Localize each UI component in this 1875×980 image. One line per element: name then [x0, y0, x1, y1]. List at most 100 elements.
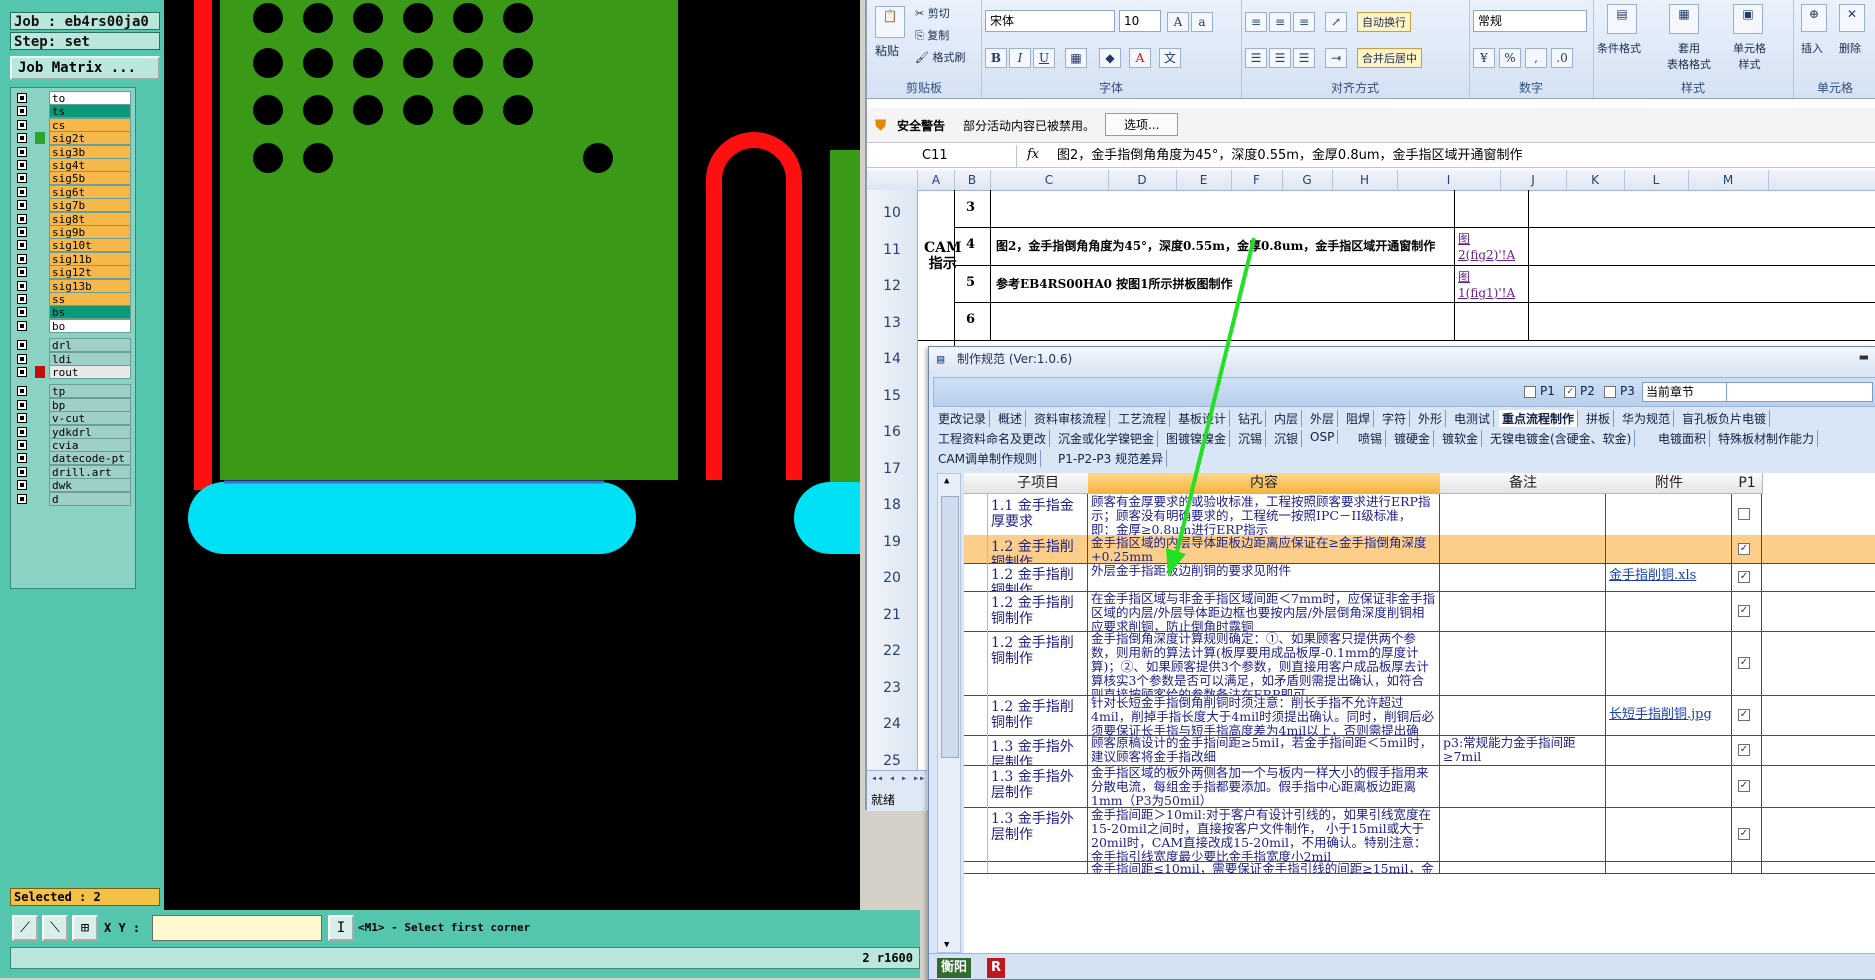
p1-row-checkbox[interactable]: ✓: [1738, 543, 1750, 555]
fill-color-icon[interactable]: ◆: [1099, 48, 1121, 68]
insert-icon[interactable]: ⊕: [1801, 4, 1827, 32]
scroll-thumb[interactable]: [941, 496, 959, 758]
row-header[interactable]: 24: [867, 716, 917, 732]
p1-row-checkbox[interactable]: ✓: [1738, 780, 1750, 792]
select-all-corner[interactable]: [867, 170, 918, 190]
dialog-tab[interactable]: 内层: [1271, 410, 1303, 427]
instruction-row[interactable]: 6: [954, 302, 1875, 341]
layer-checkbox[interactable]: [17, 280, 27, 291]
table-row[interactable]: 1.2 金手指削铜制作 针对长短金手指倒角削铜时须注意：削长手指不允许超过4mil…: [964, 695, 1875, 736]
attachment-link[interactable]: 长短手指削铜.jpg: [1606, 695, 1732, 735]
merge-center-button[interactable]: 合并后居中: [1357, 48, 1422, 68]
layer-checkbox[interactable]: [17, 493, 27, 504]
layer-checkbox[interactable]: [17, 466, 27, 477]
row-header[interactable]: 19: [867, 534, 917, 550]
font-name-select[interactable]: 宋体: [985, 10, 1115, 32]
dialog-tab[interactable]: 特殊板材制作能力: [1715, 430, 1819, 447]
layer-row[interactable]: bo: [11, 318, 135, 334]
dialog-tab[interactable]: P1-P2-P3 规范差异: [1055, 450, 1168, 467]
layer-checkbox[interactable]: [17, 426, 27, 437]
p1-row-checkbox[interactable]: ✓: [1738, 605, 1750, 617]
table-header[interactable]: 内容: [1088, 473, 1441, 494]
phonetic-icon[interactable]: 文: [1159, 48, 1181, 68]
table-header[interactable]: P1: [1732, 473, 1763, 494]
cursor-icon[interactable]: I: [328, 915, 354, 941]
figure-link[interactable]: 图 2(fig2)'!A: [1458, 231, 1515, 263]
dialog-tab[interactable]: 工艺流程: [1115, 410, 1171, 427]
p1-row-checkbox[interactable]: ✓: [1738, 744, 1750, 756]
layer-row[interactable]: rout: [11, 364, 135, 380]
p1-row-checkbox[interactable]: ✓: [1738, 571, 1750, 583]
instruction-row[interactable]: 5 参考EB4RS00HA0 按图1所示拼板图制作 图 1(fig1)'!A: [954, 265, 1875, 303]
layer-row[interactable]: d: [11, 491, 135, 507]
layer-name[interactable]: bo: [49, 318, 131, 333]
copy-button[interactable]: ⎘ 复制: [915, 27, 949, 43]
layer-checkbox[interactable]: [17, 307, 27, 318]
row-header[interactable]: 23: [867, 680, 917, 696]
percent-icon[interactable]: %: [1499, 48, 1521, 68]
p1-row-checkbox[interactable]: [1738, 508, 1750, 520]
indent-icon[interactable]: ⇥: [1325, 48, 1347, 68]
dialog-tab[interactable]: 电测试: [1451, 410, 1495, 427]
cell-style-button[interactable]: 单元格 样式: [1733, 40, 1766, 72]
row-header[interactable]: 18: [867, 497, 917, 513]
comma-icon[interactable]: ,: [1525, 48, 1547, 68]
search-input[interactable]: [1726, 382, 1873, 402]
row-header[interactable]: 21: [867, 607, 917, 623]
dialog-tab[interactable]: CAM调单制作规则: [935, 450, 1041, 467]
layer-checkbox[interactable]: [17, 240, 27, 251]
name-box[interactable]: C11: [867, 145, 1017, 167]
options-button[interactable]: 选项...: [1105, 113, 1179, 136]
underline-icon[interactable]: U: [1033, 48, 1055, 68]
align-top-icon[interactable]: ≡: [1245, 12, 1267, 32]
attachment-link[interactable]: [1606, 765, 1732, 807]
dialog-tab[interactable]: 电镀面积: [1655, 430, 1711, 447]
conditional-format-icon[interactable]: ▤: [1607, 4, 1637, 34]
dialog-tab[interactable]: 喷锡: [1355, 430, 1387, 447]
attachment-link[interactable]: [1606, 631, 1732, 695]
table-row[interactable]: 1.2 金手指削铜制作 金手指倒角深度计算规则确定：①、如果顾客只提供两个参数，则…: [964, 631, 1875, 696]
currency-icon[interactable]: ¥: [1473, 48, 1495, 68]
table-header[interactable]: 附件: [1606, 473, 1733, 494]
item-text[interactable]: 参考EB4RS00HA0 按图1所示拼板图制作: [996, 275, 1233, 292]
format-painter-button[interactable]: 🖌 格式刷: [915, 49, 965, 65]
column-header[interactable]: B: [954, 170, 991, 190]
insert-button[interactable]: 插入: [1801, 40, 1823, 56]
layer-checkbox[interactable]: [17, 453, 27, 464]
font-color-icon[interactable]: A: [1129, 48, 1151, 68]
column-header[interactable]: D: [1108, 170, 1177, 190]
column-header[interactable]: M: [1688, 170, 1769, 190]
format-table-icon[interactable]: ▦: [1669, 4, 1699, 34]
table-row[interactable]: 金手指间距≤10mil，需要保证金手指引线的间距≥15mil，金: [964, 861, 1875, 874]
layer-checkbox[interactable]: [17, 386, 27, 397]
layer-checkbox[interactable]: [17, 200, 27, 211]
row-header[interactable]: 10: [867, 205, 917, 221]
cam-graphic-canvas[interactable]: [164, 0, 860, 910]
delete-icon[interactable]: ✕: [1839, 4, 1865, 32]
snap-tool-icon[interactable]: ⟋: [12, 915, 38, 941]
p1-row-checkbox[interactable]: ✓: [1738, 709, 1750, 721]
dialog-tab[interactable]: 华为规范: [1619, 410, 1675, 427]
font-size-select[interactable]: 10: [1119, 10, 1161, 32]
dialog-tab[interactable]: 字符: [1379, 410, 1411, 427]
column-header[interactable]: A: [918, 170, 955, 190]
column-header[interactable]: J: [1500, 170, 1567, 190]
cell-style-icon[interactable]: ▣: [1733, 4, 1763, 34]
column-header[interactable]: F: [1231, 170, 1283, 190]
attachment-link[interactable]: [1606, 494, 1732, 535]
dialog-tab[interactable]: 无镍电镀金(含硬金、软金): [1487, 430, 1636, 447]
layer-checkbox[interactable]: [17, 480, 27, 491]
layer-name[interactable]: d: [49, 491, 131, 506]
formula-text[interactable]: 图2，金手指倒角角度为45°，深度0.55m，金厚0.8um，金手指区域开通窗制…: [1057, 145, 1523, 167]
column-header[interactable]: H: [1332, 170, 1398, 190]
row-header[interactable]: 11: [867, 242, 917, 258]
dialog-tab[interactable]: 基板设计: [1175, 410, 1231, 427]
attachment-link[interactable]: [1606, 591, 1732, 631]
dialog-tab[interactable]: 图镀镍镍金: [1163, 430, 1231, 447]
align-bottom-icon[interactable]: ≡: [1293, 12, 1315, 32]
layer-checkbox[interactable]: [17, 340, 27, 351]
format-table-button[interactable]: 套用 表格格式: [1667, 40, 1711, 72]
dialog-tab[interactable]: 外层: [1307, 410, 1339, 427]
layer-checkbox[interactable]: [17, 353, 27, 364]
align-center-icon[interactable]: ☰: [1269, 48, 1291, 68]
